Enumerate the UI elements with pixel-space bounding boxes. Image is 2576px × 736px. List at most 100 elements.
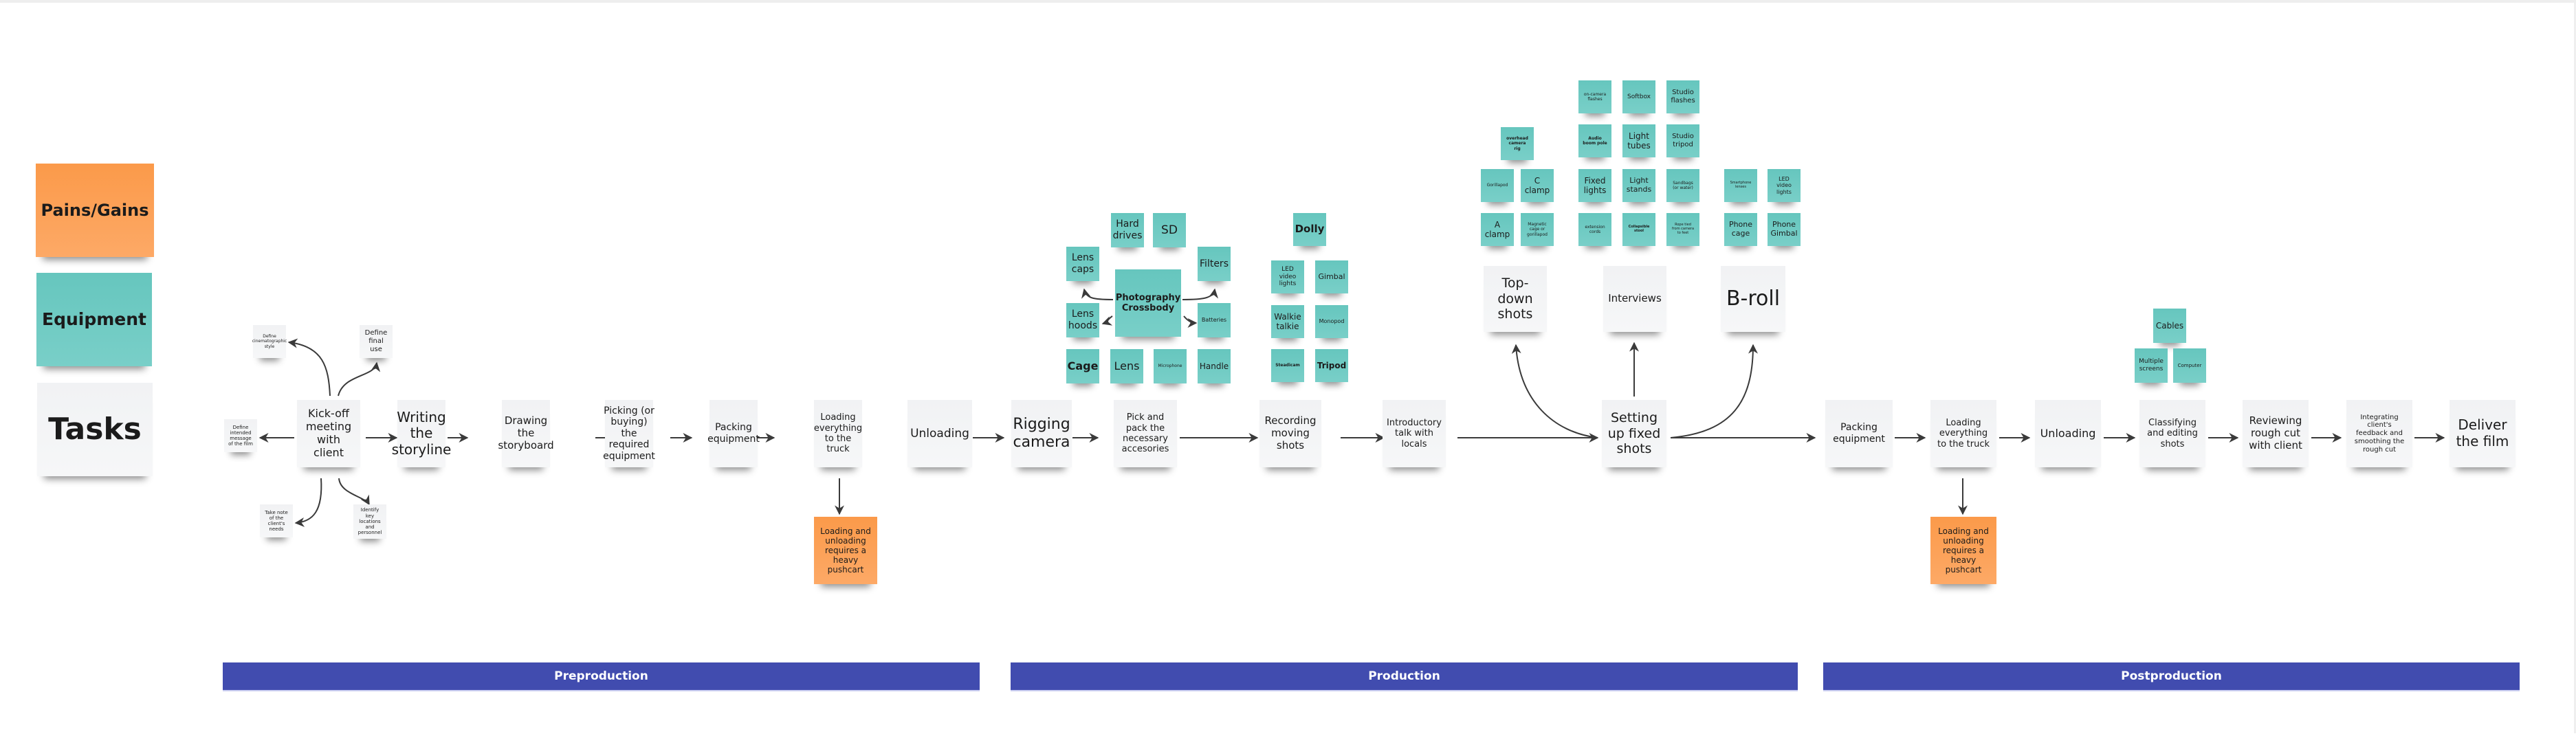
task-text: Loading everything to the truck — [1937, 418, 1990, 449]
task-integrating-feedback[interactable]: Integrating client's feedback and smooth… — [2346, 400, 2412, 467]
pain-heavy-pushcart[interactable]: Loading and unloading requires a heavy p… — [814, 517, 877, 584]
equip-text: Phone cage — [1728, 220, 1753, 238]
equip-text: SD — [1161, 223, 1178, 237]
equip-rope[interactable]: Rope tied from camera to feet — [1666, 213, 1699, 246]
task-writing-storyline[interactable]: Writing the storyline — [392, 400, 451, 467]
task-loading-truck-2[interactable]: Loading everything to the truck — [1930, 400, 1996, 467]
equip-text: Light stands — [1626, 176, 1652, 194]
equip-handle[interactable]: Handle — [1198, 349, 1231, 383]
equip-text: Collapsible stool — [1628, 225, 1650, 233]
equip-sd[interactable]: SD — [1153, 213, 1186, 247]
task-reviewing-rough-cut[interactable]: Reviewing rough cut with client — [2243, 400, 2309, 467]
task-unloading-2[interactable]: Unloading — [2035, 400, 2101, 467]
equip-magnetic-cage[interactable]: Magnetic cage or gorillapod — [1521, 213, 1554, 246]
equip-cage[interactable]: Cage — [1066, 349, 1099, 383]
equip-walkie-talkie[interactable]: Walkie talkie — [1271, 305, 1304, 338]
equip-text: Dolly — [1295, 223, 1325, 236]
equip-microphone[interactable]: Microphone — [1154, 349, 1187, 383]
equip-lens-hoods[interactable]: Lens hoods — [1066, 303, 1099, 337]
equip-phone-gimbal[interactable]: Phone Gimbal — [1768, 213, 1801, 246]
legend-pains-gains-label: Pains/Gains — [41, 200, 149, 220]
task-text: Reviewing rough cut with client — [2249, 414, 2302, 451]
equip-text: Multiple screens — [2139, 358, 2164, 372]
equip-photography-crossbody[interactable]: Photography Crossbody — [1115, 269, 1181, 337]
equip-text: Rope tied from camera to feet — [1671, 223, 1695, 235]
equip-filters[interactable]: Filters — [1198, 247, 1231, 281]
shot-topdown[interactable]: Top-down shots — [1484, 266, 1547, 332]
equip-text: LED video lights — [1776, 175, 1792, 195]
task-text: Unloading — [2040, 426, 2096, 440]
task-classifying-editing[interactable]: Classifying and editing shots — [2139, 400, 2205, 467]
equip-light-stands[interactable]: Light stands — [1622, 169, 1655, 202]
equip-sandbags[interactable]: Sandbags (or water) — [1666, 169, 1699, 202]
equip-dolly[interactable]: Dolly — [1293, 213, 1326, 246]
task-rigging-camera[interactable]: Rigging camera — [1011, 400, 1072, 467]
note-define-style[interactable]: Define cinematographic style — [252, 325, 287, 358]
equip-lens-caps[interactable]: Lens caps — [1066, 247, 1099, 281]
task-loading-truck[interactable]: Loading everything to the truck — [814, 400, 862, 467]
task-packing-equipment-2[interactable]: Packing equipment — [1825, 400, 1893, 467]
equip-cables[interactable]: Cables — [2153, 309, 2186, 343]
equip-extension-cords[interactable]: extension cords — [1578, 213, 1611, 246]
equip-batteries[interactable]: Batteries — [1198, 303, 1231, 337]
equip-gimbal[interactable]: Gimbal — [1315, 260, 1348, 293]
task-text: Writing the storyline — [391, 408, 452, 458]
equip-studio-flashes[interactable]: Studio flashes — [1666, 80, 1699, 113]
equip-hard-drives[interactable]: Hard drives — [1111, 213, 1144, 247]
task-pick-pack-accessories[interactable]: Pick and pack the necessary accesories — [1114, 400, 1177, 467]
equip-phone-cage[interactable]: Phone cage — [1724, 213, 1757, 246]
task-text: Loading everything to the truck — [813, 412, 863, 455]
equip-softbox[interactable]: Softbox — [1622, 80, 1655, 113]
equip-monopod[interactable]: Monopod — [1315, 305, 1348, 338]
equip-steadicam[interactable]: Steadicam — [1271, 349, 1304, 382]
task-kickoff[interactable]: Kick-off meeting with client — [297, 400, 360, 467]
task-recording-moving-shots[interactable]: Recording moving shots — [1259, 400, 1321, 467]
legend-tasks: Tasks — [37, 383, 153, 476]
task-introductory-talk[interactable]: Introductory talk with locals — [1383, 400, 1446, 467]
equip-studio-tripod[interactable]: Studio tripod — [1666, 124, 1699, 157]
note-text: Identify key locations and personnel — [357, 507, 382, 536]
equip-multiple-screens[interactable]: Multiple screens — [2135, 348, 2168, 383]
note-key-locations[interactable]: Identify key locations and personnel — [353, 504, 386, 539]
task-text: Classifying and editing shots — [2147, 418, 2198, 449]
note-define-message[interactable]: Define intended message of the film — [224, 419, 257, 452]
equip-text: Monopod — [1319, 318, 1345, 325]
equip-c-clamp[interactable]: C clamp — [1521, 169, 1554, 202]
task-deliver-film[interactable]: Deliver the film — [2450, 400, 2516, 467]
task-text: Unloading — [910, 426, 969, 441]
equip-text: Walkie talkie — [1274, 311, 1301, 331]
equip-tripod[interactable]: Tripod — [1315, 349, 1348, 382]
note-client-needs[interactable]: Take note of the client's needs — [260, 504, 293, 537]
equip-light-tubes[interactable]: Light tubes — [1622, 124, 1655, 157]
equip-lens[interactable]: Lens — [1110, 349, 1143, 383]
equip-fixed-lights[interactable]: Fixed lights — [1578, 169, 1611, 202]
task-packing-equipment[interactable]: Packing equipment — [707, 400, 760, 467]
equip-on-camera-flashes[interactable]: on-camera flashes — [1578, 80, 1611, 113]
equip-smartphone-lenses[interactable]: Smartphone lenses — [1724, 169, 1757, 202]
equip-led-video-lights[interactable]: LED video lights — [1271, 260, 1304, 293]
equip-a-clamp[interactable]: A clamp — [1481, 213, 1514, 246]
arrow-kickoff-to-needs — [294, 478, 322, 527]
shot-broll[interactable]: B-roll — [1721, 266, 1785, 332]
equip-text: Fixed lights — [1583, 175, 1607, 195]
task-text: Pick and pack the necessary accesories — [1121, 412, 1169, 455]
task-setting-fixed-shots[interactable]: Setting up fixed shots — [1602, 400, 1666, 467]
shot-interviews[interactable]: Interviews — [1603, 266, 1666, 332]
task-picking-equipment[interactable]: Picking (or buying) the required equipme… — [603, 400, 655, 467]
task-drawing-storyboard[interactable]: Drawing the storyboard — [498, 400, 554, 467]
equip-collapsible-stool[interactable]: Collapsible stool — [1622, 213, 1655, 246]
phase-bar-preproduction: Preproduction — [223, 662, 980, 691]
equip-computer[interactable]: Computer — [2173, 348, 2206, 383]
task-unloading[interactable]: Unloading — [907, 400, 972, 467]
note-define-final-use[interactable]: Define final use — [360, 325, 393, 358]
equip-text: extension cords — [1585, 224, 1605, 234]
arrow-crossbody-to-batteries — [1183, 315, 1198, 328]
equip-overhead-rig[interactable]: overhead camera rig — [1501, 127, 1534, 160]
task-text: Drawing the storyboard — [498, 414, 554, 451]
equip-gorillapod[interactable]: Gorillapod — [1481, 169, 1514, 202]
equip-audio-boom-pole[interactable]: Audio boom pole — [1578, 124, 1611, 157]
pain-heavy-pushcart-2[interactable]: Loading and unloading requires a heavy p… — [1930, 517, 1996, 584]
equip-text: Lens — [1114, 359, 1140, 372]
equip-text: C clamp — [1524, 175, 1550, 195]
equip-led-video-lights-2[interactable]: LED video lights — [1768, 169, 1801, 202]
